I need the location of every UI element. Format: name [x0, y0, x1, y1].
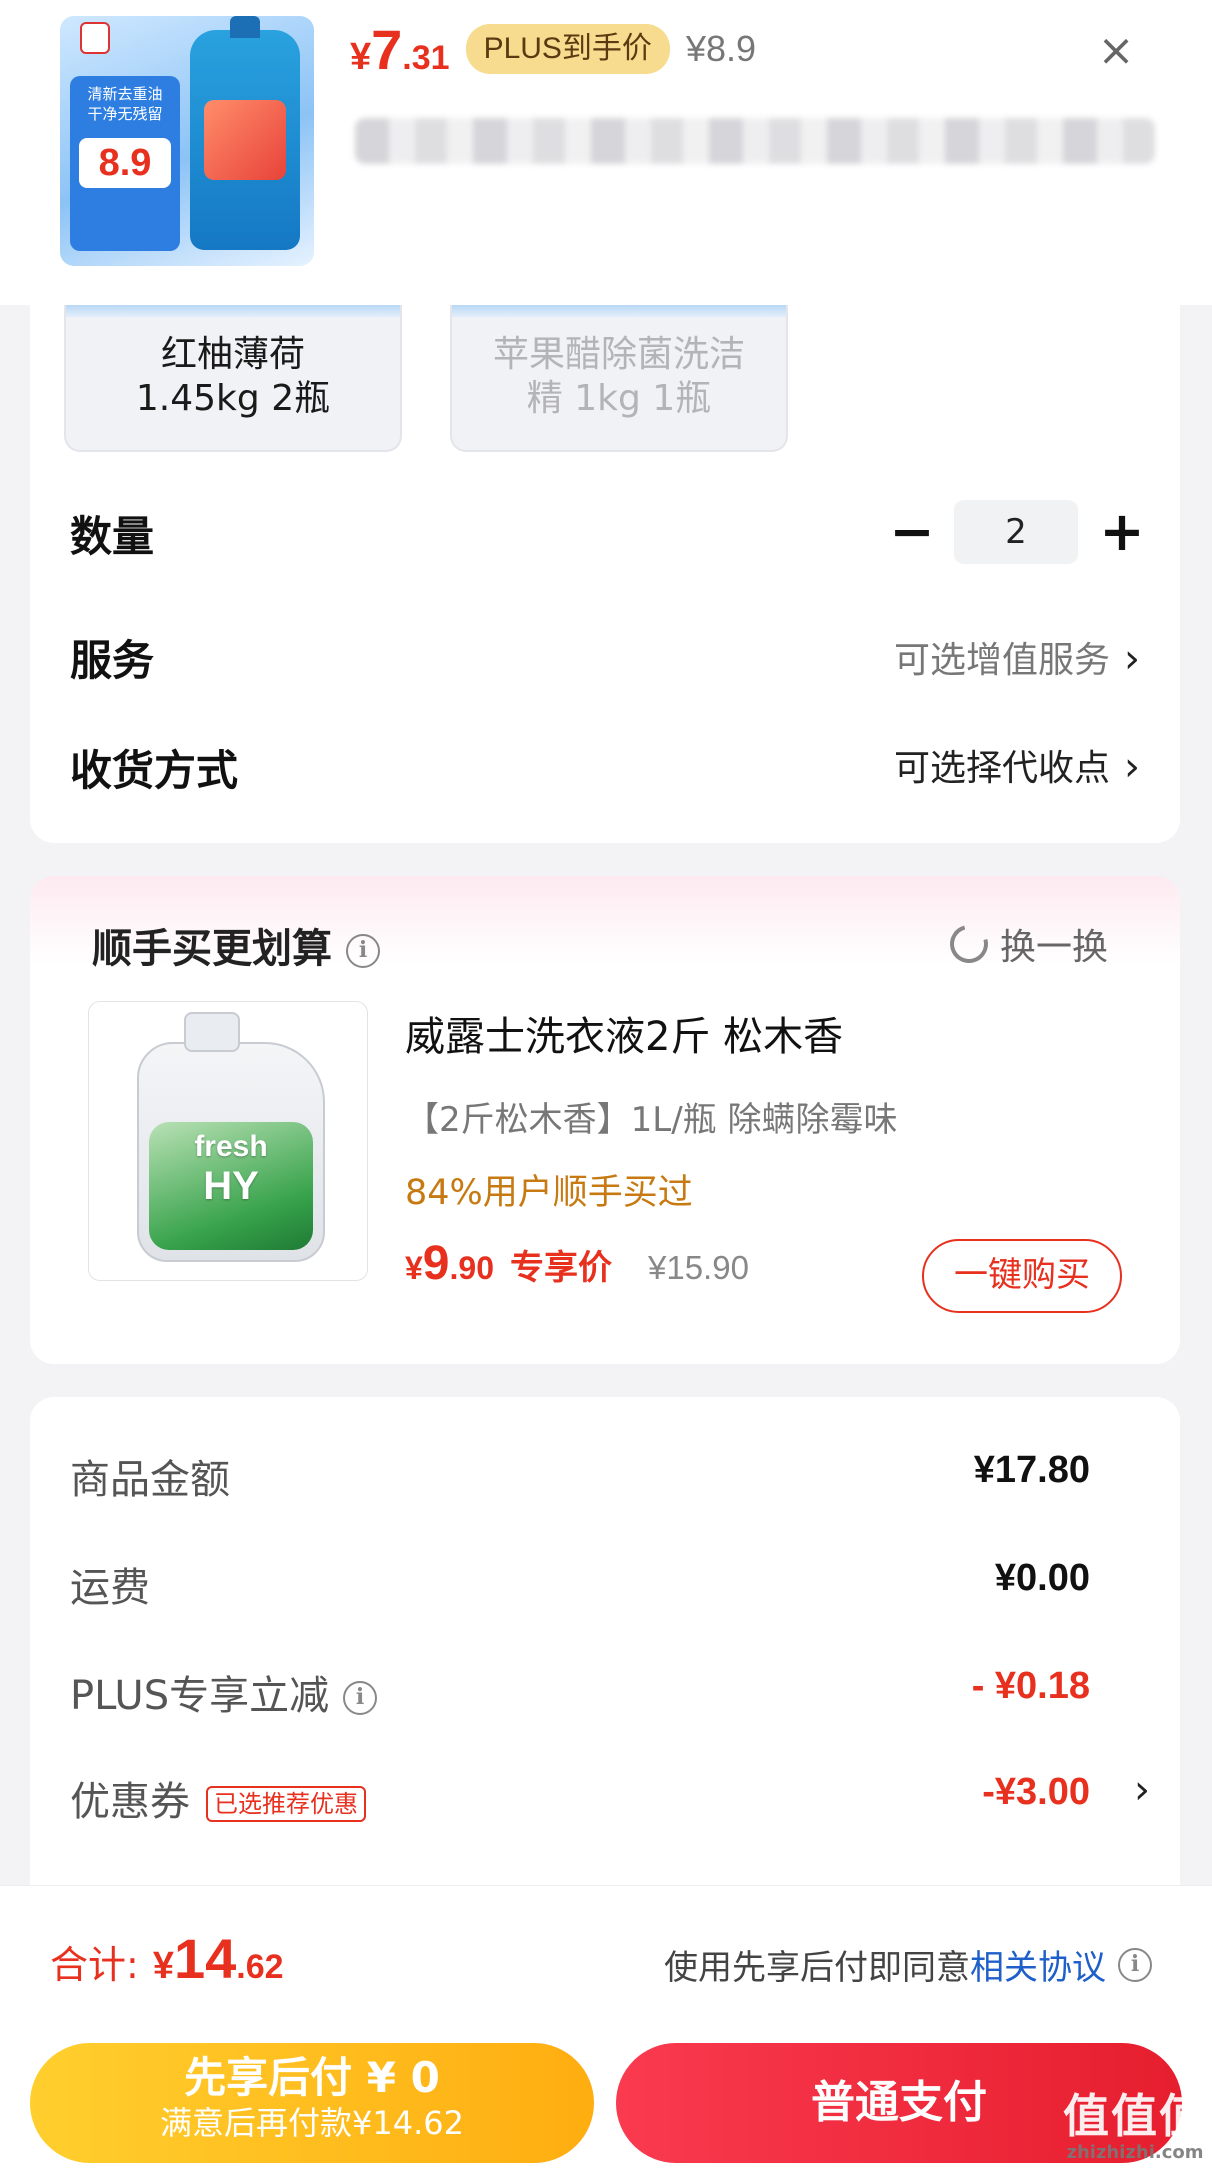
recommend-title-text: 顺手买更划算 [92, 926, 332, 972]
total-decimal: .62 [236, 1948, 284, 1986]
total-currency: ¥ [152, 1945, 174, 1987]
recommend-product-image[interactable]: fresh HY [88, 1001, 368, 1281]
pay-later-title: 先享后付 ¥ 0 [184, 2053, 440, 2102]
plus-discount-value: - ¥0.18 [971, 1665, 1090, 1707]
delivery-label: 收货方式 [70, 746, 239, 795]
price-row: ¥7.31 PLUS到手价 ¥8.9 [350, 14, 756, 84]
info-icon[interactable]: i [1118, 1947, 1152, 1982]
plus-price-tag: PLUS到手价 [465, 24, 670, 74]
exclusive-price-tag: 专享价 [509, 1248, 612, 1288]
chevron-right-icon: › [1124, 744, 1140, 790]
goods-amount-label: 商品金额 [70, 1457, 230, 1503]
plus-price: ¥7.31 [350, 17, 450, 82]
recommend-product-desc: 【2斤松木香】1L/瓶 除螨除霉味 [405, 1100, 898, 1140]
badge-line-2: 干净无残留 [87, 105, 163, 123]
recommend-card: 顺手买更划算 i 换一换 fresh HY 威露士洗衣液2斤 松木香 【2斤松木香… [30, 876, 1180, 1364]
total-amount: 合计: ¥14.62 [50, 1926, 284, 1991]
total-integer: 14 [173, 1927, 237, 1990]
recommend-price: ¥9.90 [405, 1236, 494, 1291]
spec-option-sub: 精 1kg 1瓶 [526, 378, 712, 419]
info-icon[interactable]: i [343, 1681, 378, 1715]
blurred-product-title [355, 118, 1155, 164]
service-label: 服务 [70, 636, 155, 685]
minus-icon[interactable]: − [882, 502, 942, 562]
brand-line-1: fresh [194, 1130, 268, 1163]
agreement-notice: 使用先享后付即同意 相关协议 i [664, 1940, 1152, 1989]
goods-amount-value: ¥17.80 [973, 1449, 1090, 1491]
delivery-selector[interactable]: 可选择代收点 › [894, 739, 1140, 791]
checkout-bar: 合计: ¥14.62 使用先享后付即同意 相关协议 i 先享后付 ¥ 0 满意后再付… [0, 1885, 1212, 2177]
price-currency: ¥ [350, 35, 372, 78]
thumbnail-promo-badge: 清新去重油 干净无残留 8.9 [70, 76, 180, 251]
close-icon[interactable]: × [1085, 20, 1147, 82]
total-label: 合计: [50, 1943, 139, 1987]
spec-option-sub: 1.45kg 2瓶 [135, 378, 331, 419]
recommend-product-name[interactable]: 威露士洗衣液2斤 松木香 [405, 1004, 843, 1062]
product-header: 清新去重油 干净无残留 8.9 ¥7.31 PLUS到手价 ¥8.9 × [0, 0, 1212, 305]
jug-cap [184, 1012, 240, 1052]
shipping-label: 运费 [70, 1565, 150, 1611]
badge-line-1: 清新去重油 [87, 85, 163, 103]
service-selector[interactable]: 可选增值服务 › [894, 631, 1140, 683]
spec-option-grapefruit-mint[interactable]: 红柚薄荷 1.45kg 2瓶 [64, 305, 402, 452]
refresh-button[interactable]: 换一换 [943, 918, 1109, 970]
recommend-original-price: ¥15.90 [647, 1249, 749, 1286]
one-click-buy-button[interactable]: 一键购买 [922, 1239, 1122, 1313]
price-integer: 9 [422, 1237, 450, 1290]
brand-line-2: HY [203, 1164, 259, 1208]
refresh-icon [943, 918, 995, 970]
watermark-logo: 值值值 [1063, 2089, 1207, 2143]
plus-discount-text: PLUS专享立减 [70, 1673, 330, 1719]
spec-option-apple-vinegar[interactable]: 苹果醋除菌洗洁 精 1kg 1瓶 [450, 305, 788, 452]
coupon-selected-badge: 已选推荐优惠 [206, 1786, 366, 1822]
info-icon[interactable]: i [346, 934, 380, 968]
coupon-label-text: 优惠券 [70, 1779, 190, 1825]
original-price: ¥8.9 [685, 28, 757, 69]
price-currency: ¥ [405, 1250, 423, 1286]
quantity-label: 数量 [70, 512, 155, 561]
quantity-input[interactable]: 2 [954, 500, 1078, 564]
price-integer: 7 [371, 17, 403, 81]
chevron-right-icon[interactable]: › [1134, 1767, 1150, 1813]
agreement-link[interactable]: 相关协议 [970, 1940, 1106, 1989]
badge-price: 8.9 [79, 138, 171, 188]
pay-later-button[interactable]: 先享后付 ¥ 0 满意后再付款¥14.62 [30, 2043, 594, 2163]
product-thumbnail[interactable]: 清新去重油 干净无残留 8.9 [60, 16, 314, 266]
watermark-url: zhizhizhi.com [1066, 2142, 1204, 2163]
spec-card: 红柚薄荷 1.45kg 2瓶 苹果醋除菌洗洁 精 1kg 1瓶 数量 − 2 +… [30, 305, 1180, 843]
spec-option-label: 红柚薄荷 [160, 334, 305, 375]
delivery-value: 可选择代收点 [893, 748, 1110, 789]
shipping-value: ¥0.00 [994, 1557, 1090, 1599]
price-decimal: .31 [402, 38, 450, 77]
recommend-title: 顺手买更划算 i [92, 916, 380, 974]
agreement-text: 使用先享后付即同意 [664, 1948, 970, 1988]
chevron-right-icon: › [1124, 636, 1140, 682]
price-decimal: .90 [449, 1250, 494, 1286]
detergent-bottle-image [190, 16, 300, 250]
brand-logo-icon [80, 22, 110, 54]
recommend-product-stat: 84%用户顺手买过 [405, 1173, 693, 1213]
plus-discount-label: PLUS专享立减 i [70, 1663, 378, 1721]
plus-icon[interactable]: + [1092, 502, 1152, 562]
spec-option-label: 苹果醋除菌洗洁 [492, 334, 745, 375]
pay-later-subtitle: 满意后再付款¥14.62 [160, 2104, 464, 2142]
fee-summary-card: 商品金额 ¥17.80 运费 ¥0.00 PLUS专享立减 i - ¥0.18 优… [30, 1397, 1180, 1897]
refresh-label: 换一换 [1000, 927, 1109, 968]
site-watermark: 值值值 zhizhizhi.com [1060, 2090, 1210, 2164]
jug-brand-text: fresh HY [171, 1130, 291, 1208]
coupon-label: 优惠券 已选推荐优惠 [70, 1769, 366, 1827]
service-value: 可选增值服务 [893, 640, 1110, 681]
coupon-value[interactable]: -¥3.00 [982, 1771, 1090, 1814]
recommend-price-row: ¥9.90 专享价 ¥15.90 [405, 1236, 749, 1291]
